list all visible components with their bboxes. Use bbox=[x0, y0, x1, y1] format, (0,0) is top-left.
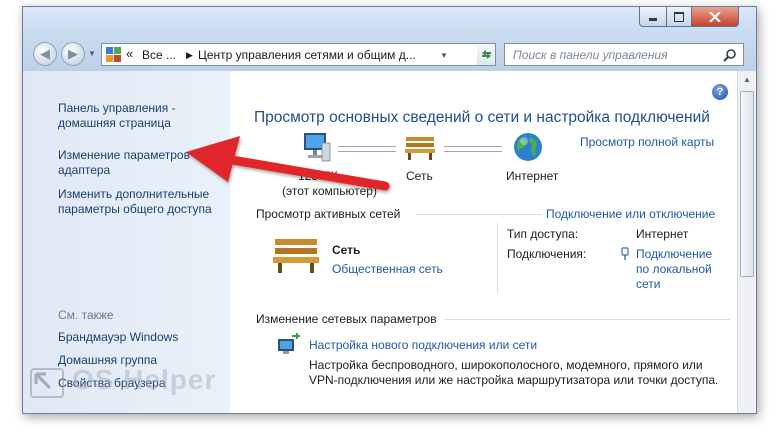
watermark-text: OS Helper bbox=[72, 364, 217, 395]
watermark-logo-icon bbox=[30, 368, 64, 398]
